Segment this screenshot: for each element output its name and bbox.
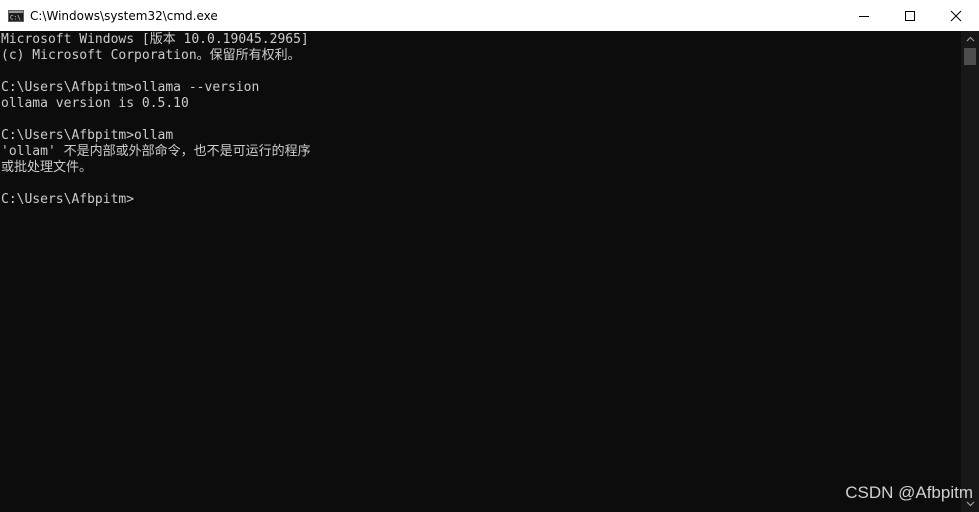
console-output[interactable]: Microsoft Windows [版本 10.0.19045.2965] (… [0,31,961,512]
title-bar[interactable]: C:\ C:\Windows\system32\cmd.exe [0,0,979,31]
console-line: Microsoft Windows [版本 10.0.19045.2965] [1,32,309,47]
csdn-watermark: CSDN @Afbpitm [845,483,973,502]
svg-text:C:\: C:\ [10,14,21,21]
minimize-button[interactable] [841,0,887,31]
console-line: (c) Microsoft Corporation。保留所有权利。 [1,48,301,63]
console-line: C:\Users\Afbpitm>ollam [1,128,174,143]
scroll-thumb[interactable] [964,48,976,65]
close-button[interactable] [933,0,979,31]
maximize-button[interactable] [887,0,933,31]
console-prompt[interactable]: C:\Users\Afbpitm> [1,192,134,208]
close-icon [950,10,962,21]
console-line: C:\Users\Afbpitm>ollama --version [1,80,260,95]
cmd-icon: C:\ [8,9,24,22]
console-line: 或批处理文件。 [1,160,93,175]
window-title: C:\Windows\system32\cmd.exe [30,8,218,23]
chevron-up-icon [966,36,974,42]
console-line: 'ollam' 不是内部或外部命令，也不是可运行的程序 [1,144,311,159]
maximize-icon [905,10,915,21]
vertical-scrollbar[interactable] [961,31,979,512]
cmd-window: C:\ C:\Windows\system32\cmd.exe Microsof… [0,0,979,512]
scroll-up-button[interactable] [961,31,979,47]
console-line: ollama version is 0.5.10 [1,96,189,111]
caption-buttons [841,0,979,31]
minimize-icon [859,15,869,17]
